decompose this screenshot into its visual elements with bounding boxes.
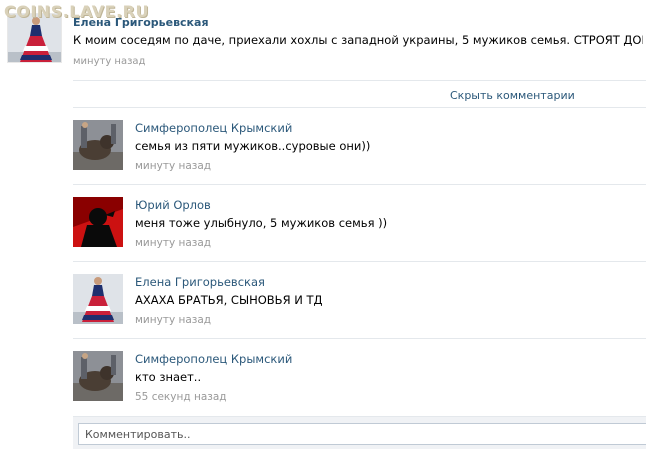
commenter-avatar[interactable] <box>73 274 123 324</box>
comment-input[interactable] <box>78 423 646 445</box>
post-text: К моим соседям по даче, приехали хохлы с… <box>73 33 643 47</box>
commenter-avatar[interactable] <box>73 351 123 401</box>
comment-item: Симферополец Крымский кто знает.. 55 сек… <box>73 339 646 416</box>
comment-item: Юрий Орлов меня тоже улыбнуло, 5 мужиков… <box>73 185 646 262</box>
comment-timestamp[interactable]: 55 секунд назад <box>135 391 227 403</box>
comment-text: семья из пяти мужиков..суровые они)) <box>135 139 371 153</box>
comment-text: меня тоже улыбнуло, 5 мужиков семья )) <box>135 216 388 230</box>
post-timestamp[interactable]: минуту назад <box>73 56 145 67</box>
comment-author[interactable]: Симферополец Крымский <box>135 352 292 366</box>
comment-text: АХАХА БРАТЬЯ, СЫНОВЬЯ И ТД <box>135 293 323 307</box>
comment-timestamp[interactable]: минуту назад <box>135 160 211 172</box>
comment-author[interactable]: Симферополец Крымский <box>135 121 292 135</box>
comments-list: Симферополец Крымский семья из пяти мужи… <box>73 108 646 416</box>
commenter-avatar[interactable] <box>73 197 123 247</box>
comment-item: Симферополец Крымский семья из пяти мужи… <box>73 108 646 185</box>
comment-timestamp[interactable]: минуту назад <box>135 314 211 326</box>
hide-comments-link[interactable]: Скрыть комментарии <box>450 89 575 102</box>
commenter-avatar[interactable] <box>73 120 123 170</box>
comment-author[interactable]: Юрий Орлов <box>135 198 211 212</box>
comment-text: кто знает.. <box>135 370 202 384</box>
divider <box>73 80 646 81</box>
comment-author[interactable]: Елена Григорьевская <box>135 275 265 289</box>
comment-item: Елена Григорьевская АХАХА БРАТЬЯ, СЫНОВЬ… <box>73 262 646 339</box>
watermark-text: COINS.LAVE.RU <box>4 2 149 21</box>
reply-bar <box>73 416 646 449</box>
comment-timestamp[interactable]: минуту назад <box>135 237 211 249</box>
